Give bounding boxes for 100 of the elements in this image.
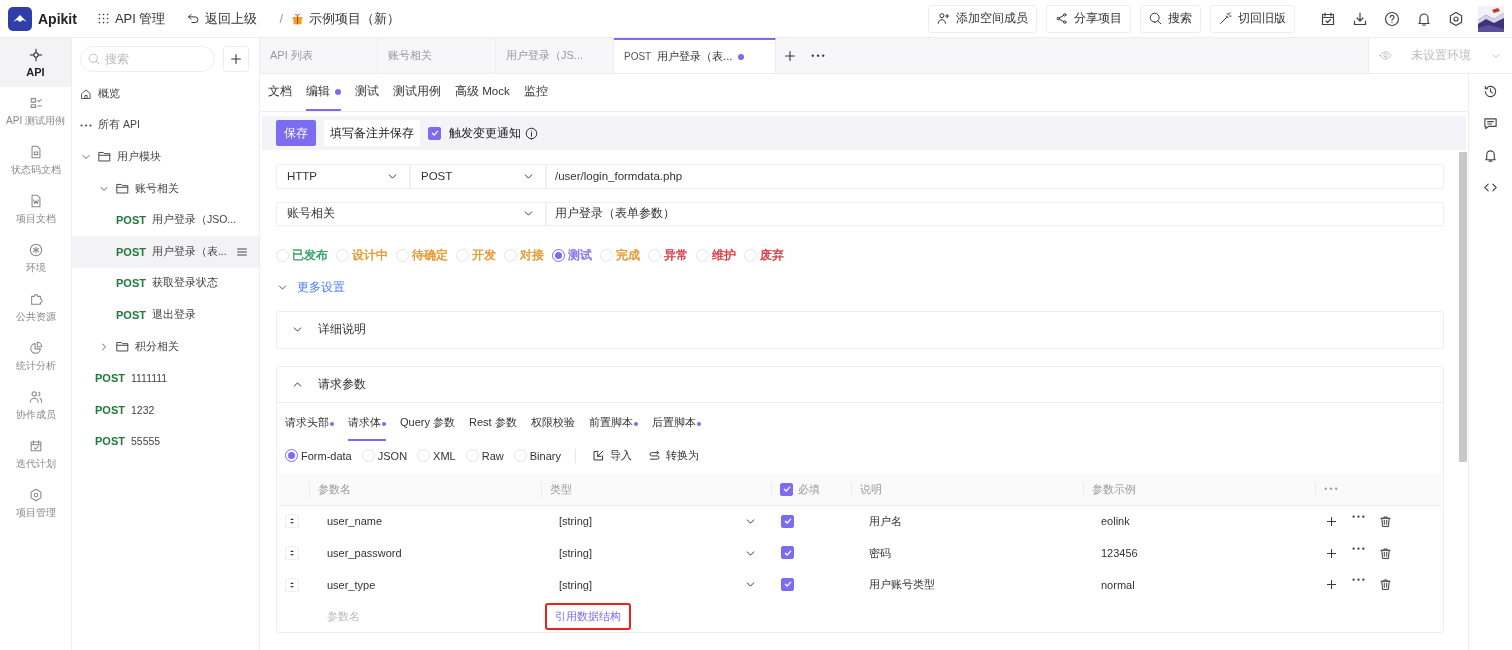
panel-title[interactable]: 详细说明 (318, 322, 366, 338)
api-item[interactable]: POST 退出登录 (72, 299, 259, 331)
table-cell-text: user_name (326, 515, 384, 528)
name-field[interactable]: 用户登录（表单参数） (546, 201, 1444, 227)
tab[interactable]: 请求头部 (285, 406, 334, 441)
radio-button[interactable] (552, 249, 565, 263)
nav-rail-item[interactable]: 迭代计划 (0, 430, 71, 479)
toolbar-button[interactable]: 切回旧版 (1210, 4, 1295, 33)
tab[interactable]: 高级 Mock (455, 74, 510, 111)
delete-icon[interactable] (1379, 546, 1392, 560)
history-icon[interactable] (1483, 84, 1498, 99)
convert-button[interactable]: 转换为 (647, 448, 699, 464)
back-link[interactable]: 返回上级 (187, 9, 258, 28)
checkbox[interactable] (781, 514, 794, 528)
calendar-icon[interactable] (1320, 10, 1336, 27)
status-label: 开发 (472, 247, 496, 265)
api-item[interactable]: POST 1111111 (72, 362, 259, 394)
document-icon (28, 144, 43, 159)
drag-handle[interactable] (285, 546, 299, 560)
tab[interactable]: 后置脚本 (651, 406, 701, 441)
nav-rail-item[interactable]: 状态码文档 (0, 136, 71, 185)
tab[interactable]: 测试用例 (393, 74, 441, 111)
delete-icon[interactable] (1379, 514, 1392, 528)
api-item[interactable]: POST 1232 (72, 393, 259, 426)
folder-icon (116, 182, 129, 196)
tree-folder[interactable]: 积分相关 (72, 330, 259, 363)
drag-handle[interactable] (285, 577, 299, 592)
tab[interactable]: Query 参数 (400, 406, 455, 441)
tab[interactable]: 监控 (523, 74, 548, 111)
api-item[interactable]: POST 用户登录（JSO... (72, 204, 259, 236)
nav-rail-item[interactable]: API 测试用例 (0, 87, 71, 136)
tree-item[interactable]: 所有 API (72, 109, 259, 142)
tab[interactable]: 文档 (268, 74, 292, 111)
panel-title[interactable]: 请求参数 (318, 376, 366, 392)
users-icon (28, 389, 43, 404)
help-icon[interactable] (1384, 10, 1400, 27)
scrollbar[interactable] (1459, 152, 1467, 462)
settings-icon[interactable] (1448, 10, 1464, 27)
nav-rail-item[interactable]: 项目管理 (0, 479, 71, 528)
type-select[interactable]: [string] (541, 514, 771, 528)
nav-rail-item[interactable]: 环境 (0, 234, 71, 283)
toolbar-button[interactable]: 添加空间成员 (928, 4, 1037, 33)
plus-icon[interactable] (1325, 514, 1338, 528)
tab[interactable]: 测试 (355, 74, 379, 111)
checkbox[interactable] (781, 546, 794, 560)
group-select[interactable]: 账号相关 (276, 201, 546, 227)
eye-icon (1379, 49, 1392, 62)
bell-icon[interactable] (1416, 10, 1432, 27)
drag-handle[interactable] (285, 514, 299, 529)
plus-icon[interactable] (1325, 578, 1338, 592)
project-link[interactable]: 示例项目（新） (291, 9, 401, 28)
tab[interactable]: Rest 参数 (469, 406, 517, 441)
type-select[interactable]: [string] (541, 578, 771, 592)
checkbox[interactable] (780, 482, 793, 496)
tab[interactable]: 权限校验 (530, 406, 575, 441)
radio-button[interactable] (285, 449, 298, 463)
save-button[interactable]: 保存 (276, 120, 316, 146)
nav-rail-item[interactable]: 项目文档 (0, 185, 71, 234)
nav-rail-item[interactable]: 公共资源 (0, 283, 71, 332)
plus-icon[interactable] (1325, 546, 1338, 560)
nav-rail-item[interactable]: 协作成员 (0, 381, 71, 430)
plus-icon (783, 48, 797, 63)
nav-rail-item[interactable]: API (0, 38, 71, 87)
more-icon[interactable] (1352, 578, 1365, 582)
more-icon (811, 53, 825, 58)
module-menu[interactable]: API 管理 (96, 9, 166, 28)
tab[interactable]: 请求体 (348, 406, 386, 441)
search-field[interactable]: 搜索 (80, 46, 215, 72)
reference-link[interactable]: 引用数据结构 (545, 602, 631, 630)
api-item[interactable]: POST 获取登录状态 (72, 267, 259, 300)
checkbox[interactable] (428, 126, 441, 140)
download-icon[interactable] (1352, 10, 1368, 27)
method-select[interactable]: POST (410, 164, 546, 189)
url-field[interactable]: /user/login_formdata.php (546, 164, 1444, 189)
toolbar-button[interactable]: 分享项目 (1046, 4, 1131, 33)
more-settings-link[interactable]: 更多设置 (297, 279, 345, 295)
api-item[interactable]: POST 55555 (72, 425, 259, 458)
folder-icon (116, 340, 129, 354)
table-cell-text: 用户名 (868, 513, 903, 529)
comment-icon[interactable] (1483, 116, 1498, 131)
tab[interactable]: POST 用户登录（表... (614, 38, 776, 73)
delete-icon[interactable] (1379, 578, 1392, 592)
toolbar-button[interactable]: 搜索 (1140, 4, 1201, 33)
tree-folder[interactable]: 账号相关 (72, 172, 259, 205)
checkbox[interactable] (781, 577, 794, 591)
bell-icon[interactable] (1483, 148, 1498, 163)
save-with-note-button[interactable]: 填写备注并保存 (324, 120, 420, 146)
protocol-select[interactable]: HTTP (276, 164, 410, 189)
api-item[interactable]: POST 用户登录（表... (72, 235, 259, 268)
type-select[interactable]: [string] (541, 546, 771, 560)
add-button[interactable] (223, 46, 249, 72)
nav-rail-item[interactable]: 统计分析 (0, 332, 71, 381)
calendar-icon (28, 438, 43, 453)
tree-item[interactable]: 概览 (72, 78, 259, 110)
tab[interactable]: 前置脚本 (588, 406, 638, 441)
import-button[interactable]: 导入 (591, 448, 632, 464)
tab[interactable]: 编辑 (306, 74, 341, 111)
more-icon[interactable] (1352, 514, 1365, 519)
tree-folder[interactable]: 用户模块 (72, 141, 259, 173)
more-icon[interactable] (1352, 546, 1365, 550)
